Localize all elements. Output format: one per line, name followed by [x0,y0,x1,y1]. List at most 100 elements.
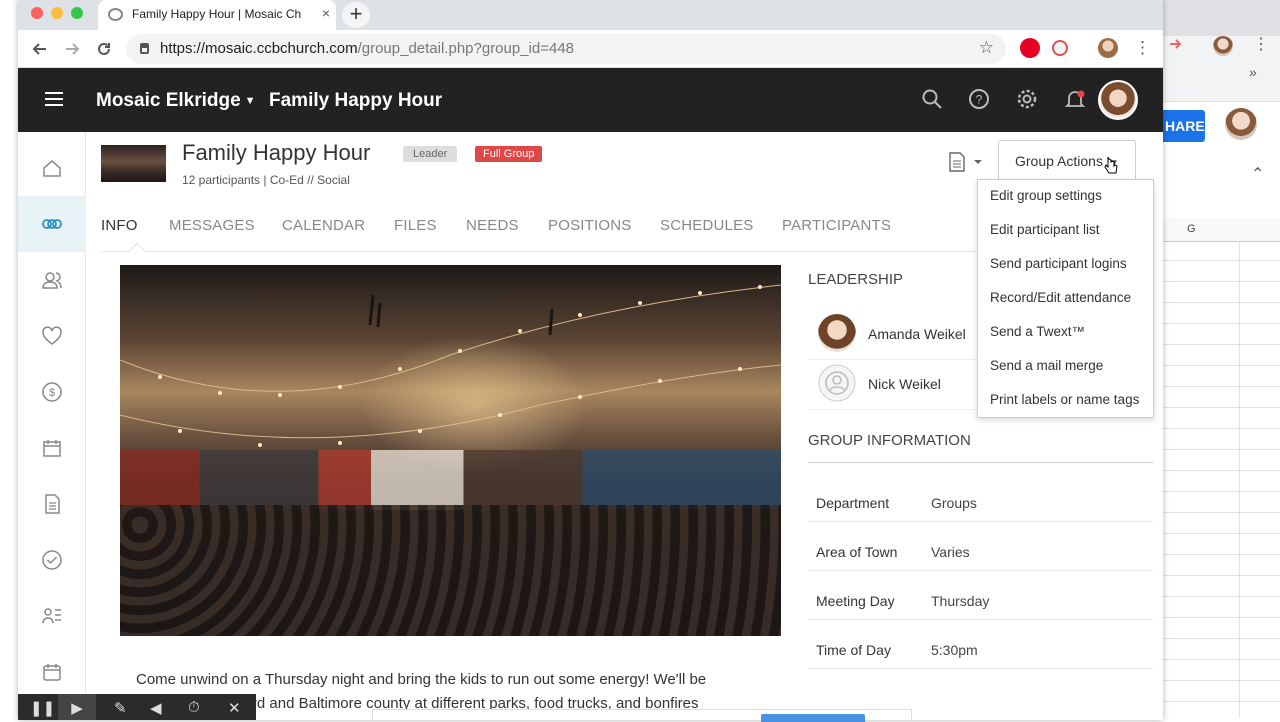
group-actions-menu: Edit group settings Edit participant lis… [977,179,1154,418]
menu-item-send-twext[interactable]: Send a Twext™ [990,324,1085,339]
collapse-chevron-icon[interactable]: ⌃ [1251,164,1264,184]
share-button[interactable]: HARE [1163,110,1205,142]
tab-participants[interactable]: PARTICIPANTS [782,217,891,234]
full-group-badge: Full Group [475,146,543,162]
hamburger-menu-icon[interactable] [45,92,63,106]
info-key: Area of Town [816,544,898,560]
nav-giving[interactable]: $ [18,364,86,420]
menu-item-send-logins[interactable]: Send participant logins [990,256,1127,271]
recording-toolbar: ❚❚ ▶ ✎ ◀ ⏱ ✕ [18,694,256,720]
leadership-heading: LEADERSHIP [808,271,904,288]
calendar-icon [43,440,61,457]
user-avatar[interactable] [1098,80,1138,120]
settings-icon[interactable] [1016,88,1038,110]
info-value: Groups [931,495,977,511]
info-value: 5:30pm [931,642,978,658]
menu-item-print-labels[interactable]: Print labels or name tags [990,392,1139,407]
pause-icon[interactable]: ❚❚ [30,699,55,717]
browser-window: Family Happy Hour | Mosaic Ch × + https:… [18,0,1163,720]
back-icon[interactable] [32,41,48,57]
campus-name: Mosaic Elkridge [96,90,241,111]
close-icon[interactable]: ✕ [228,699,241,717]
home-icon [43,160,61,177]
tab-messages[interactable]: MESSAGES [169,217,255,234]
giving-icon: $ [42,382,62,402]
background-window: ⋮ » HARE ⌃ G [1162,0,1280,720]
menu-item-edit-participants[interactable]: Edit participant list [990,222,1100,237]
check-icon [42,550,62,570]
bookmark-star-icon[interactable]: ☆ [979,38,994,58]
group-photo [120,265,781,636]
browser-toolbar: https://mosaic.ccbchurch.com/group_detai… [18,30,1163,68]
timer-icon[interactable]: ⏱ [188,699,200,716]
tab-schedules[interactable]: SCHEDULES [660,217,754,234]
svg-text:?: ? [976,93,983,107]
help-icon[interactable]: ? [968,88,990,110]
close-tab-icon[interactable]: × [322,5,330,21]
export-document-icon[interactable] [948,152,988,172]
spreadsheet-column-header: G [1163,218,1280,242]
nav-processes[interactable] [18,588,86,644]
bottom-popup [372,709,912,722]
default-avatar-icon [818,364,856,402]
campus-selector[interactable]: Mosaic Elkridge ▼ [96,90,256,112]
browser-tab-active[interactable]: Family Happy Hour | Mosaic Ch × [98,0,336,30]
profile-avatar-icon[interactable] [1213,36,1233,56]
tab-info[interactable]: INFO [101,217,138,234]
profile-avatar-icon[interactable] [1098,38,1118,58]
page-title: Family Happy Hour [269,90,443,111]
url-host: https://mosaic.ccbchurch.com [160,40,358,57]
nav-care[interactable] [18,308,86,364]
extension-icon[interactable] [1052,40,1068,56]
tab-calendar[interactable]: CALENDAR [282,217,365,234]
reload-icon[interactable] [96,41,112,57]
menu-item-edit-settings[interactable]: Edit group settings [990,188,1102,203]
doc-user-avatar[interactable] [1225,108,1257,140]
bookmarks-overflow-icon[interactable]: » [1249,64,1257,80]
address-bar[interactable]: https://mosaic.ccbchurch.com/group_detai… [126,34,1006,64]
screencast-icon[interactable] [1168,36,1184,52]
play-icon[interactable]: ▶ [58,694,96,720]
menu-item-attendance[interactable]: Record/Edit attendance [990,290,1131,305]
tab-needs[interactable]: NEEDS [466,217,519,234]
lock-icon [140,43,149,54]
leader-name[interactable]: Amanda Weikel [868,326,966,342]
close-window-button[interactable] [31,7,43,19]
popup-button[interactable] [761,714,865,722]
heart-icon [42,326,62,345]
info-value: Thursday [931,593,990,609]
group-subtitle: 12 participants | Co-Ed // Social [182,173,350,187]
tab-positions[interactable]: POSITIONS [548,217,631,234]
zoom-window-button[interactable] [71,7,83,19]
app-header: Mosaic Elkridge ▼ Family Happy Hour ? [18,68,1163,132]
new-tab-button[interactable]: + [342,2,370,28]
kebab-menu-icon[interactable]: ⋮ [1253,34,1269,54]
chevron-down-icon: ▼ [244,94,256,107]
pinterest-icon[interactable] [1020,38,1040,58]
nav-events[interactable] [18,644,86,700]
nav-home[interactable] [18,140,86,196]
pen-icon[interactable]: ✎ [114,699,127,717]
notifications-icon[interactable] [1064,88,1086,110]
info-key: Meeting Day [816,593,895,609]
nav-forms[interactable] [18,476,86,532]
info-value: Varies [931,544,970,560]
forward-icon[interactable] [64,41,80,57]
leader-name[interactable]: Nick Weikel [868,376,941,392]
nav-people[interactable] [18,252,86,308]
nav-groups[interactable] [18,196,86,252]
pointer-icon[interactable]: ◀ [150,699,162,717]
kebab-menu-icon[interactable]: ⋮ [1134,38,1151,58]
nav-tasks[interactable] [18,532,86,588]
column-g-label[interactable]: G [1187,223,1196,235]
menu-item-mail-merge[interactable]: Send a mail merge [990,358,1103,373]
svg-text:$: $ [49,387,55,399]
search-icon[interactable] [921,88,943,110]
tab-files[interactable]: FILES [394,217,437,234]
nav-calendar[interactable] [18,420,86,476]
pointer-cursor-icon [1104,156,1118,174]
minimize-window-button[interactable] [51,7,63,19]
leader-avatar [818,314,856,352]
food-trucks-image [120,450,781,510]
info-row-time: Time of Day 5:30pm [808,620,1153,669]
